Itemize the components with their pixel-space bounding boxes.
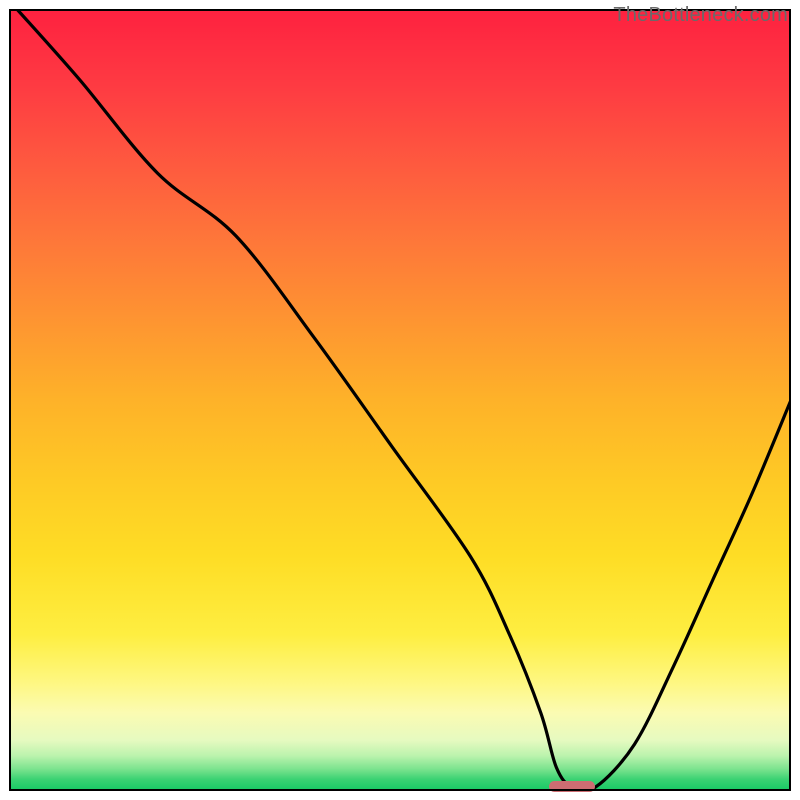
attribution-text: TheBottleneck.com bbox=[613, 4, 788, 27]
chart-stage: TheBottleneck.com bbox=[0, 0, 800, 800]
plot-area bbox=[9, 9, 791, 791]
background-gradient bbox=[9, 9, 791, 791]
plot-frame bbox=[9, 9, 791, 791]
optimum-marker bbox=[549, 781, 596, 792]
